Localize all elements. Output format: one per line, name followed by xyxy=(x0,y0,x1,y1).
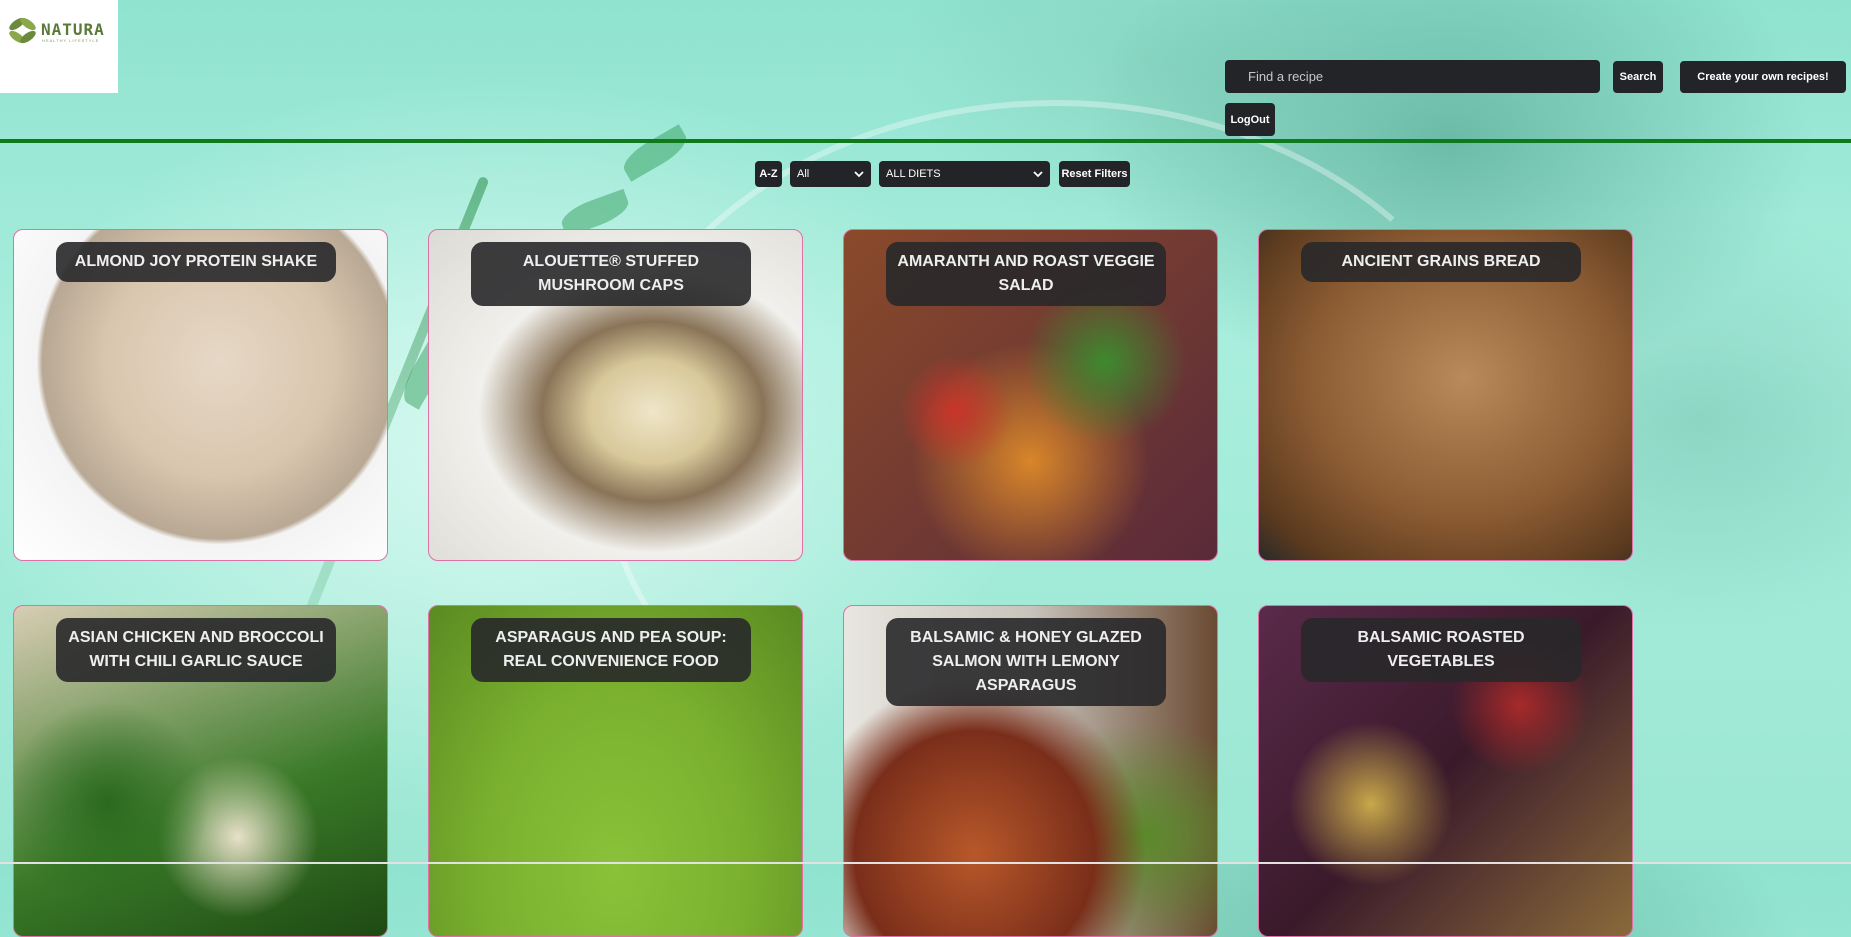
recipe-title: AMARANTH AND ROAST VEGGIE SALAD xyxy=(886,242,1166,306)
recipe-card[interactable]: BALSAMIC ROASTED VEGETABLES xyxy=(1258,605,1633,937)
header-divider xyxy=(0,139,1851,143)
brand-logo[interactable]: NATURA HEALTHY LIFESTYLE xyxy=(0,0,118,93)
chevron-down-icon xyxy=(854,171,864,178)
recipe-title: ALOUETTE® STUFFED MUSHROOM CAPS xyxy=(471,242,751,306)
brand-tagline: HEALTHY LIFESTYLE xyxy=(42,38,100,43)
brand-name: NATURA xyxy=(41,20,105,39)
category-select[interactable]: All xyxy=(790,161,871,187)
recipe-title: BALSAMIC & HONEY GLAZED SALMON WITH LEMO… xyxy=(886,618,1166,706)
diet-select[interactable]: ALL DIETS xyxy=(879,161,1050,187)
recipe-title: ALMOND JOY PROTEIN SHAKE xyxy=(56,242,336,282)
chevron-down-icon xyxy=(1033,171,1043,178)
logout-button[interactable]: LogOut xyxy=(1225,103,1275,136)
recipe-title: BALSAMIC ROASTED VEGETABLES xyxy=(1301,618,1581,682)
background-leaf xyxy=(618,124,692,182)
recipe-card[interactable]: ALOUETTE® STUFFED MUSHROOM CAPS xyxy=(428,229,803,561)
diet-select-value: ALL DIETS xyxy=(886,168,941,180)
create-recipes-button[interactable]: Create your own recipes! xyxy=(1680,61,1846,93)
leaf-logo-icon xyxy=(9,17,36,44)
recipe-card[interactable]: BALSAMIC & HONEY GLAZED SALMON WITH LEMO… xyxy=(843,605,1218,937)
recipe-title: ANCIENT GRAINS BREAD xyxy=(1301,242,1581,282)
reset-filters-button[interactable]: Reset Filters xyxy=(1059,161,1130,187)
search-button[interactable]: Search xyxy=(1613,61,1663,93)
recipe-title: ASPARAGUS AND PEA SOUP: REAL CONVENIENCE… xyxy=(471,618,751,682)
recipe-card[interactable]: ALMOND JOY PROTEIN SHAKE xyxy=(13,229,388,561)
search-input[interactable] xyxy=(1225,60,1600,93)
sort-az-button[interactable]: A-Z xyxy=(755,161,782,187)
recipe-card[interactable]: AMARANTH AND ROAST VEGGIE SALAD xyxy=(843,229,1218,561)
category-select-value: All xyxy=(797,168,810,180)
recipe-card[interactable]: ASIAN CHICKEN AND BROCCOLI WITH CHILI GA… xyxy=(13,605,388,937)
recipe-title: ASIAN CHICKEN AND BROCCOLI WITH CHILI GA… xyxy=(56,618,336,682)
recipe-card[interactable]: ANCIENT GRAINS BREAD xyxy=(1258,229,1633,561)
recipe-card[interactable]: ASPARAGUS AND PEA SOUP: REAL CONVENIENCE… xyxy=(428,605,803,937)
